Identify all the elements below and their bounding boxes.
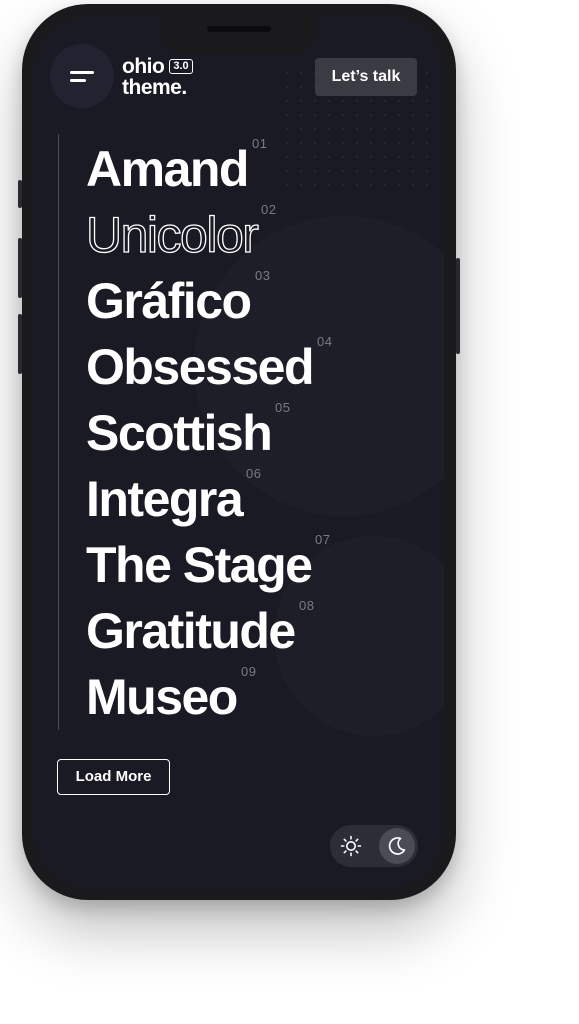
project-item[interactable]: Gráfico 03 [86,268,313,334]
logo-text: ohio [122,55,165,78]
menu-button[interactable] [50,44,114,108]
project-title[interactable]: Gratitude [86,598,296,664]
project-item[interactable]: The Stage 07 [86,532,330,598]
project-item[interactable]: Unicolor 02 [85,202,313,268]
project-title[interactable]: Museo [86,664,238,730]
project-item[interactable]: Museo 09 [86,664,313,730]
sun-icon[interactable] [340,835,362,857]
project-number: 06 [246,466,262,481]
toggle-knob[interactable] [379,828,415,864]
speaker [207,26,271,32]
project-number: 04 [317,334,333,349]
project-item[interactable]: Amand 01 [86,136,313,202]
project-item[interactable]: Obsessed 04 [86,334,332,400]
project-title[interactable]: Amand [86,136,249,202]
project-number: 08 [299,598,315,613]
volume-up-button [18,238,22,298]
project-number: 09 [241,664,257,679]
power-button [456,258,460,354]
load-more-button[interactable]: Load More [57,759,170,795]
project-number: 07 [315,532,331,547]
project-item[interactable]: Integra 06 [86,466,313,532]
project-title[interactable]: Obsessed [86,334,315,400]
project-title[interactable]: Integra [86,466,244,532]
hamburger-icon [70,79,86,82]
phone-frame: ohio 3.0 theme. Let’s talk Amand 01 Unicolo… [18,4,460,900]
logo-text: theme. [122,76,187,99]
theme-toggle[interactable] [330,825,418,867]
device-mockup: ohio 3.0 theme. Let’s talk Amand 01 Unicolo… [0,0,579,1024]
notch [161,16,317,54]
project-item[interactable]: Scottish 05 [86,400,313,466]
lets-talk-button[interactable]: Let’s talk [315,58,417,96]
mute-switch [18,180,22,208]
hamburger-icon [70,71,94,74]
version-badge: 3.0 [169,59,193,74]
project-title[interactable]: Scottish [86,400,273,466]
site-logo[interactable]: ohio 3.0 theme. [122,56,193,98]
project-number: 01 [252,136,268,151]
moon-icon [388,837,406,855]
project-number: 02 [261,202,277,217]
volume-down-button [18,314,22,374]
project-list: Amand 01 Unicolor 02 Gráfico 03 Obsessed 04 Scot… [85,136,332,730]
project-item[interactable]: Gratitude 08 [86,598,315,664]
project-title[interactable]: Gráfico [86,268,252,334]
project-title[interactable]: The Stage [86,532,313,598]
project-number: 05 [275,400,291,415]
project-title[interactable]: Unicolor [85,202,259,268]
project-number: 03 [255,268,271,283]
vertical-divider [58,134,59,730]
phone-screen: ohio 3.0 theme. Let’s talk Amand 01 Unicolo… [34,16,444,888]
